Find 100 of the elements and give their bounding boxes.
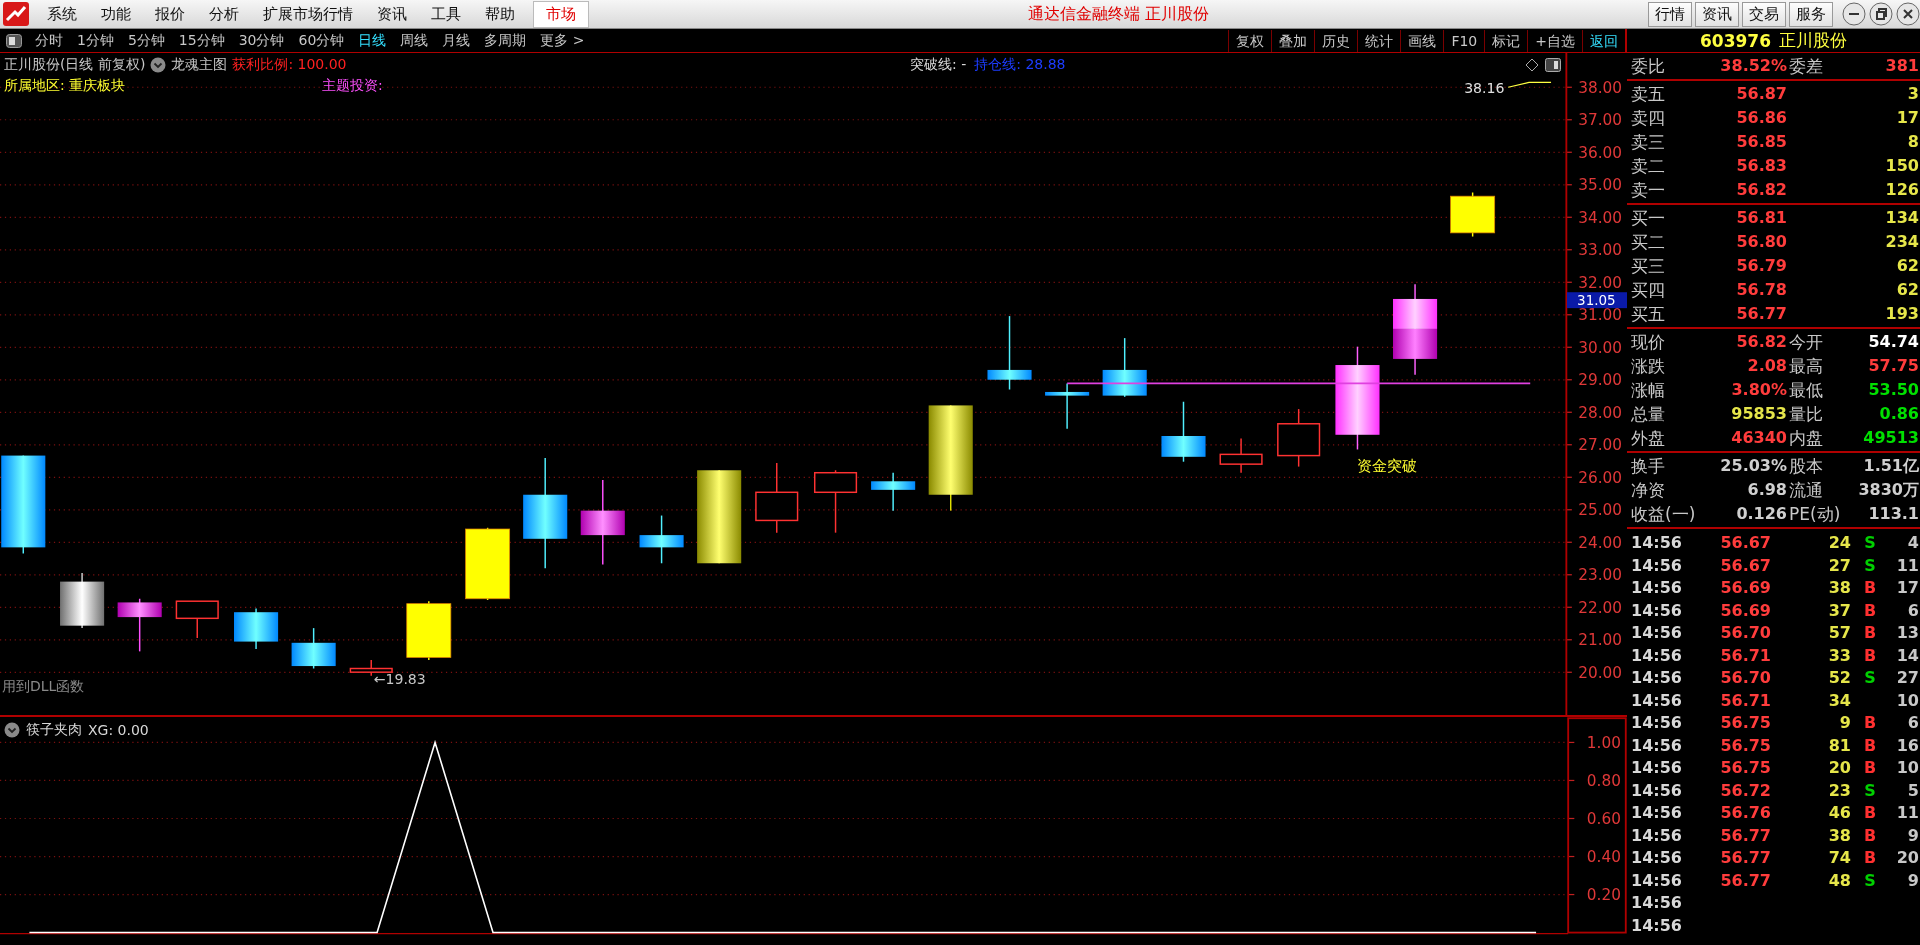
menu-item[interactable]: 资讯 xyxy=(365,4,419,24)
trade-price: 56.77 xyxy=(1719,847,1771,869)
price-axis-label: 31.00 xyxy=(1578,306,1623,325)
quote-label: 买二 xyxy=(1631,231,1666,254)
diamond-icon[interactable] xyxy=(1525,58,1539,72)
quote-value: 46340 xyxy=(1730,427,1787,449)
indicator-axis-label: 1.00 xyxy=(1586,733,1621,752)
trade-side: B xyxy=(1862,644,1878,667)
trade-volume: 20 xyxy=(1827,757,1851,779)
quote-value: 56.78 xyxy=(1735,279,1787,301)
restore-icon[interactable] xyxy=(1869,2,1893,26)
leader-line xyxy=(1507,81,1552,88)
quote-label: 收益(一) xyxy=(1631,503,1695,526)
trade-side: S xyxy=(1863,532,1877,554)
quote-value: 25.03% xyxy=(1719,455,1787,477)
quote-value: 49513 xyxy=(1862,427,1919,449)
toolbar-button[interactable]: 资讯 xyxy=(1695,1,1739,27)
trade-time: 14:56 xyxy=(1631,847,1681,869)
trade-time: 14:56 xyxy=(1631,869,1681,892)
menu-item[interactable]: 报价 xyxy=(143,4,197,24)
trade-price: 56.69 xyxy=(1719,599,1771,622)
price-axis-label: 37.00 xyxy=(1578,111,1623,130)
period-tab[interactable]: 多周期 xyxy=(477,31,534,50)
panel-toggle-icon[interactable] xyxy=(6,33,22,48)
price-axis-label: 27.00 xyxy=(1578,436,1623,455)
price-axis-label: 33.00 xyxy=(1578,241,1623,260)
chart-tool-button[interactable]: 历史 xyxy=(1314,29,1358,52)
menu-item[interactable]: 系统 xyxy=(35,4,89,24)
trade-side: B xyxy=(1862,847,1878,869)
quote-label: 卖五 xyxy=(1631,83,1666,106)
minimize-icon[interactable] xyxy=(1842,2,1866,26)
chart-tool-button[interactable]: F10 xyxy=(1443,29,1485,52)
trade-volume: 52 xyxy=(1827,667,1851,689)
period-tab[interactable]: 分时 xyxy=(28,31,70,50)
quote-volume: 17 xyxy=(1895,107,1919,129)
quote-label: 卖三 xyxy=(1631,131,1666,154)
candlestick xyxy=(291,627,336,670)
trade-time: 14:56 xyxy=(1631,892,1681,914)
menu-item[interactable]: 工具 xyxy=(419,4,473,24)
window-icon[interactable] xyxy=(1545,58,1561,72)
quote-label: 卖一 xyxy=(1631,179,1666,202)
chart-tool-button[interactable]: 统计 xyxy=(1357,29,1401,52)
quote-value: 56.86 xyxy=(1735,107,1787,129)
chart-tool-button[interactable]: 返回 xyxy=(1582,29,1625,52)
chart-tool-button[interactable]: 叠加 xyxy=(1271,29,1315,52)
trade-time: 14:56 xyxy=(1631,802,1681,824)
quote-value: 3830万 xyxy=(1857,479,1919,501)
trade-time: 14:56 xyxy=(1631,757,1681,779)
period-tab[interactable]: 15分钟 xyxy=(171,31,232,50)
trade-price: 56.76 xyxy=(1719,802,1771,824)
trade-volume: 34 xyxy=(1827,689,1851,712)
trade-volume: 46 xyxy=(1827,802,1851,824)
chevron-icon[interactable] xyxy=(150,57,167,73)
chart-tool-button[interactable]: 标记 xyxy=(1484,29,1528,52)
candlestick xyxy=(175,600,219,639)
quote-label: 买三 xyxy=(1631,255,1666,278)
quote-value: 56.82 xyxy=(1735,179,1787,201)
quote-label: PE(动) xyxy=(1788,503,1842,526)
quote-label: 内盘 xyxy=(1788,427,1824,450)
period-tab[interactable]: 更多 > xyxy=(533,31,592,50)
period-tab[interactable]: 周线 xyxy=(393,31,436,50)
trade-side: B xyxy=(1862,599,1878,622)
price-axis-label: 21.00 xyxy=(1578,631,1623,650)
candlestick xyxy=(1277,408,1321,468)
toolbar-button[interactable]: 服务 xyxy=(1789,1,1833,27)
menu-item[interactable]: 功能 xyxy=(89,4,143,24)
period-tab[interactable]: 30分钟 xyxy=(231,31,292,50)
chart-tool-button[interactable]: 复权 xyxy=(1228,29,1272,52)
price-axis-label: 28.00 xyxy=(1578,403,1623,422)
toolbar-button[interactable]: 行情 xyxy=(1648,1,1692,27)
menu-item[interactable]: 分析 xyxy=(197,4,251,24)
period-tab[interactable]: 5分钟 xyxy=(120,31,172,50)
period-tab[interactable]: 日线 xyxy=(351,31,394,50)
trade-side: B xyxy=(1862,757,1878,779)
trade-volume: 81 xyxy=(1827,734,1851,757)
quote-label: 委差 xyxy=(1788,55,1824,78)
period-tab[interactable]: 1分钟 xyxy=(70,31,121,50)
chart-tool-button[interactable]: +自选 xyxy=(1527,29,1582,52)
quote-volume: 193 xyxy=(1884,303,1919,325)
trade-time: 14:56 xyxy=(1631,554,1681,577)
menu-item[interactable]: 帮助 xyxy=(473,4,527,24)
toolbar-button[interactable]: 交易 xyxy=(1742,1,1786,27)
period-tab[interactable]: 月线 xyxy=(435,31,478,50)
indicator-value: XG: 0.00 xyxy=(88,722,149,738)
close-icon[interactable] xyxy=(1896,2,1920,26)
chart-tool-button[interactable]: 画线 xyxy=(1400,29,1444,52)
market-tab[interactable]: 市场 xyxy=(533,0,589,28)
period-tab[interactable]: 60分钟 xyxy=(291,31,352,50)
trade-volume: 38 xyxy=(1827,577,1851,599)
high-price-marker: 38.16 xyxy=(1464,80,1505,97)
quote-volume: 234 xyxy=(1884,231,1919,253)
quote-label: 委比 xyxy=(1631,55,1666,78)
candlestick xyxy=(1102,337,1147,398)
chevron-icon[interactable] xyxy=(4,722,20,738)
quote-label: 流通 xyxy=(1788,479,1824,502)
quote-label: 卖四 xyxy=(1631,107,1666,130)
quote-label: 股本 xyxy=(1788,455,1824,478)
trade-count: 4 xyxy=(1906,532,1919,554)
quote-volume: 3 xyxy=(1906,83,1919,105)
menu-item[interactable]: 扩展市场行情 xyxy=(251,4,365,24)
